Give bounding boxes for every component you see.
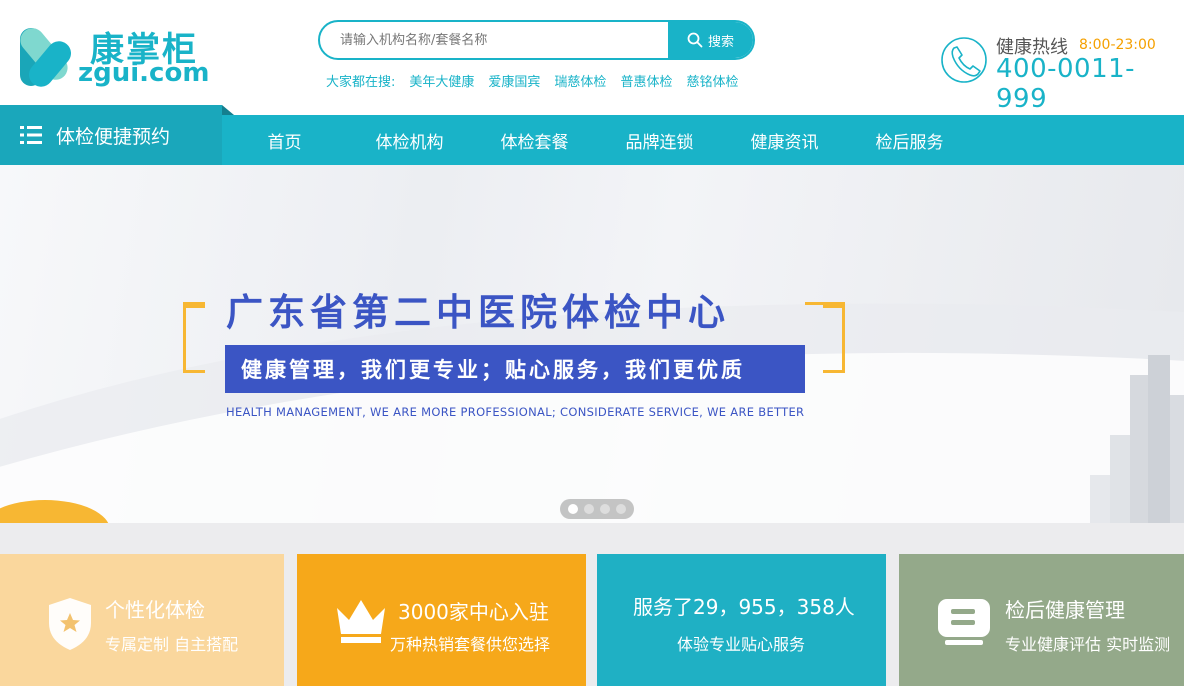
search-button-label: 搜索	[707, 34, 734, 50]
feature-title: 检后健康管理	[1005, 598, 1125, 622]
category-menu-button[interactable]: 体检便捷预约	[0, 105, 222, 165]
banner-bracket-right-tick	[805, 302, 845, 305]
hot-search-item[interactable]: 瑞慈体检	[554, 71, 606, 90]
carousel-dot-3[interactable]	[600, 504, 610, 514]
hot-searches: 大家都在搜: 美年大健康 爱康国宾 瑞慈体检 普惠体检 慈铭体检	[326, 71, 738, 90]
feature-subtitle: 万种热销套餐供您选择	[390, 635, 551, 654]
nav-item-news[interactable]: 健康资讯	[722, 115, 847, 165]
hero-banner[interactable]: 广东省第二中医院体检中心 健康管理，我们更专业；贴心服务，我们更优质 HEALT…	[0, 165, 1184, 523]
carousel-dot-1[interactable]	[568, 504, 578, 514]
health-record-icon	[938, 599, 990, 645]
hot-search-item[interactable]: 普惠体检	[620, 71, 672, 90]
feature-title: 服务了29，955，358人	[633, 595, 855, 619]
feature-subtitle: 专属定制 自主搭配	[105, 635, 239, 654]
feature-card-after-care[interactable]: 检后健康管理 专业健康评估 实时监测	[899, 554, 1184, 686]
hotline: 健康热线 8:00-23:00 400-0011-999	[940, 32, 1180, 114]
shield-star-icon	[49, 598, 91, 650]
hot-search-label: 大家都在搜:	[326, 75, 396, 90]
feature-card-served[interactable]: 服务了29，955，358人 体验专业贴心服务	[597, 554, 886, 686]
nav-item-brands[interactable]: 品牌连锁	[597, 115, 722, 165]
feature-subtitle: 体验专业贴心服务	[677, 635, 806, 654]
nav-items: 首页 体检机构 体检套餐 品牌连锁 健康资讯 检后服务	[222, 115, 972, 165]
list-menu-icon	[20, 126, 42, 144]
hot-search-item[interactable]: 慈铭体检	[686, 71, 738, 90]
banner-bracket-left-tick	[183, 302, 205, 305]
main-nav: 体检便捷预约 首页 体检机构 体检套餐 品牌连锁 健康资讯 检后服务	[0, 105, 1184, 165]
nav-item-after-service[interactable]: 检后服务	[847, 115, 972, 165]
feature-cards: 个性化体检 专属定制 自主搭配 3000家中心入驻 万种热销套餐供您选择 服务了…	[0, 523, 1184, 686]
search-input[interactable]	[320, 22, 670, 58]
crown-icon	[337, 600, 385, 643]
feature-title: 3000家中心入驻	[398, 600, 549, 624]
banner-subtitle: 健康管理，我们更专业；贴心服务，我们更优质	[225, 345, 805, 393]
search-button[interactable]: 搜索	[668, 22, 753, 58]
carousel-dot-2[interactable]	[584, 504, 594, 514]
feature-subtitle: 专业健康评估 实时监测	[1005, 635, 1171, 654]
feature-card-centers[interactable]: 3000家中心入驻 万种热销套餐供您选择	[297, 554, 586, 686]
hot-search-item[interactable]: 美年大健康	[409, 71, 474, 90]
banner-bracket-right	[823, 305, 845, 373]
category-fold	[222, 105, 234, 115]
feature-title: 个性化体检	[105, 598, 205, 622]
hot-search-item[interactable]: 爱康国宾	[488, 71, 540, 90]
nav-item-institutions[interactable]: 体检机构	[347, 115, 472, 165]
site-logo[interactable]: 康掌柜 zgui.com	[18, 20, 209, 90]
hotline-number[interactable]: 400-0011-999	[996, 54, 1180, 114]
search-icon	[687, 32, 703, 48]
nav-item-packages[interactable]: 体检套餐	[472, 115, 597, 165]
nav-item-home[interactable]: 首页	[222, 115, 347, 165]
logo-mark-icon	[20, 28, 71, 87]
phone-icon	[941, 37, 987, 83]
banner-title: 广东省第二中医院体检中心	[226, 291, 730, 334]
logo-text-en: zgui.com	[78, 58, 210, 88]
search-bar: 搜索	[318, 20, 755, 60]
city-skyline-image	[1090, 355, 1184, 523]
hotline-hours: 8:00-23:00	[1079, 37, 1156, 53]
banner-bracket-left	[183, 305, 205, 373]
banner-english-text: HEALTH MANAGEMENT, WE ARE MORE PROFESSIO…	[226, 405, 805, 419]
carousel-dot-4[interactable]	[616, 504, 626, 514]
feature-card-personalized[interactable]: 个性化体检 专属定制 自主搭配	[0, 554, 284, 686]
carousel-indicators	[560, 499, 634, 519]
category-menu-label: 体检便捷预约	[56, 125, 171, 148]
site-header: 康掌柜 zgui.com 搜索 大家都在搜: 美年大健康 爱康国宾 瑞慈体检 普…	[0, 0, 1184, 114]
